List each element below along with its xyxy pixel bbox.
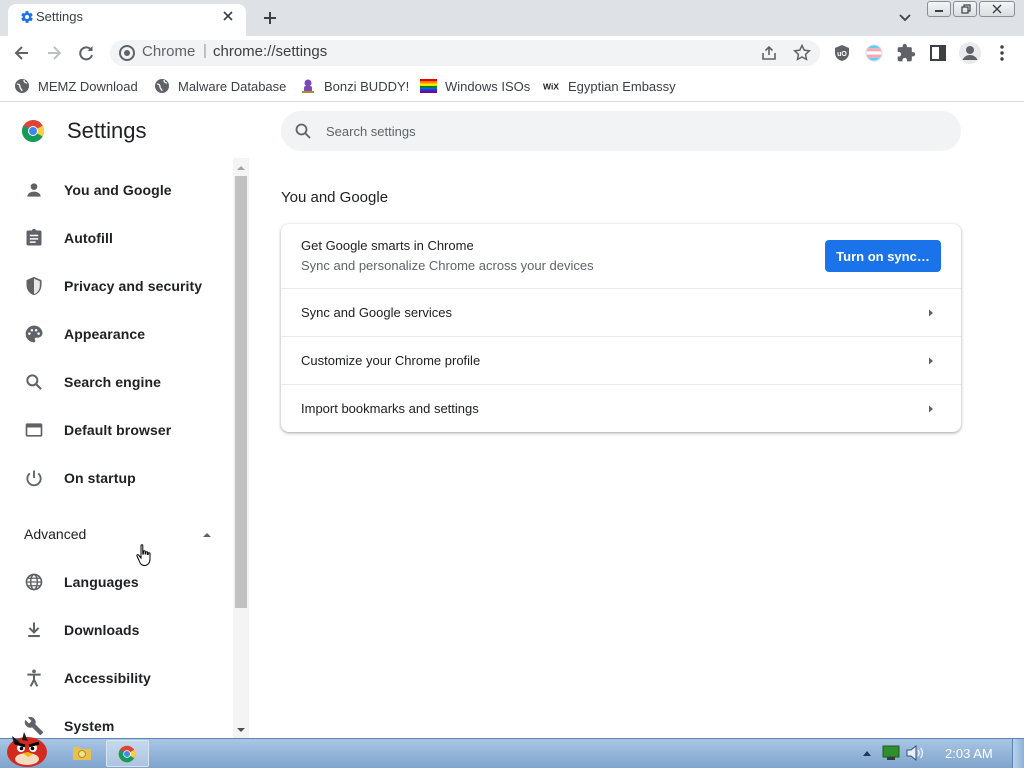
omnibox-scheme: Chrome [142, 43, 196, 60]
bookmark-label: Bonzi BUDDY! [324, 78, 410, 94]
wix-icon: WiX [543, 81, 560, 92]
search-icon [294, 122, 312, 140]
new-tab-icon[interactable] [260, 8, 280, 28]
sidebar-item-label: On startup [64, 470, 136, 486]
sidebar-item-label: Default browser [64, 422, 172, 438]
volume-icon[interactable] [905, 745, 925, 761]
search-input[interactable] [326, 120, 926, 142]
tab-title: Settings [36, 9, 83, 24]
bookmark-memz[interactable]: MEMZ Download [14, 77, 138, 95]
sidebar-item-you-and-google[interactable]: You and Google [0, 166, 232, 214]
power-icon [24, 468, 44, 488]
palette-icon [24, 324, 44, 344]
sidebar-item-label: Accessibility [64, 670, 151, 686]
accessibility-icon [24, 668, 44, 688]
back-icon[interactable] [12, 43, 32, 63]
sidebar-item-downloads[interactable]: Downloads [0, 606, 232, 654]
sidebar-scrollbar-thumb[interactable] [235, 176, 247, 608]
rainbow-flag-icon [420, 79, 437, 93]
more-menu-icon[interactable] [992, 43, 1012, 63]
restore-button[interactable] [953, 1, 977, 17]
scroll-up-icon[interactable] [236, 164, 246, 172]
gear-icon [20, 10, 36, 26]
show-desktop-button[interactable] [1012, 739, 1024, 768]
scroll-down-icon[interactable] [236, 726, 246, 734]
start-button-angry-bird-icon[interactable] [2, 730, 52, 768]
sidebar-item-label: You and Google [64, 182, 172, 198]
ublock-icon[interactable]: uO [832, 43, 852, 63]
page-title: Settings [67, 118, 147, 143]
bookmark-windows-isos[interactable]: Windows ISOs [420, 77, 530, 95]
svg-text:WiX: WiX [543, 82, 559, 92]
bookmark-bonzi-buddy[interactable]: Bonzi BUDDY! [300, 77, 409, 95]
sidebar-item-autofill[interactable]: Autofill [0, 214, 232, 262]
sync-subtitle: Sync and personalize Chrome across your … [301, 258, 594, 273]
profile-avatar-icon[interactable] [958, 41, 982, 65]
hand-cursor-icon [136, 543, 154, 567]
sidebar-item-on-startup[interactable]: On startup [0, 454, 232, 502]
shield-icon [24, 276, 44, 296]
omnibox-url[interactable]: chrome://settings [213, 43, 327, 60]
sidebar-item-languages[interactable]: Languages [0, 558, 232, 606]
svg-text:uO: uO [837, 51, 847, 58]
taskbar-clock[interactable]: 2:03 AM [945, 746, 993, 761]
sidebar-item-accessibility[interactable]: Accessibility [0, 654, 232, 702]
sidebar-item-label: Appearance [64, 326, 146, 342]
side-panel-icon[interactable] [928, 43, 948, 63]
sync-title: Get Google smarts in Chrome [301, 238, 474, 253]
sidebar-item-default-browser[interactable]: Default browser [0, 406, 232, 454]
omnibox-separator: | [203, 42, 207, 59]
bookmark-egyptian-embassy[interactable]: WiX Egyptian Embassy [543, 77, 676, 95]
browser-icon [24, 420, 44, 440]
bookmark-label: MEMZ Download [38, 78, 138, 94]
download-icon [24, 620, 44, 640]
row-label: Import bookmarks and settings [301, 401, 479, 416]
bonzi-icon [300, 78, 316, 94]
chevron-down-icon[interactable] [896, 9, 914, 27]
person-icon [24, 180, 44, 200]
sidebar-item-label: System [64, 718, 115, 734]
reload-icon[interactable] [76, 43, 96, 63]
sidebar-item-label: Search engine [64, 374, 162, 390]
star-icon[interactable] [792, 43, 812, 63]
chrome-logo-icon [118, 745, 136, 763]
sidebar-item-appearance[interactable]: Appearance [0, 310, 232, 358]
row-label: Sync and Google services [301, 305, 453, 320]
globe-icon [154, 78, 170, 94]
forward-icon[interactable] [44, 43, 64, 63]
chrome-logo-icon [21, 119, 45, 143]
tray-expand-icon[interactable] [861, 748, 873, 758]
bookmark-malware-database[interactable]: Malware Database [154, 77, 286, 95]
section-title: You and Google [281, 189, 389, 206]
sidebar-item-label: Privacy and security [64, 278, 203, 294]
sidebar-item-label: Autofill [64, 230, 114, 246]
bookmark-label: Windows ISOs [445, 78, 531, 94]
sidebar-item-privacy[interactable]: Privacy and security [0, 262, 232, 310]
arrow-right-icon [926, 404, 936, 414]
search-icon [24, 372, 44, 392]
sidebar-item-search-engine[interactable]: Search engine [0, 358, 232, 406]
sidebar-item-label: Languages [64, 574, 139, 590]
folder-icon[interactable] [72, 744, 92, 762]
arrow-right-icon [926, 308, 936, 318]
row-label: Customize your Chrome profile [301, 353, 481, 368]
puzzle-icon[interactable] [896, 43, 916, 63]
sidebar-item-label: Downloads [64, 622, 140, 638]
window-close-button[interactable] [979, 1, 1015, 17]
chevron-up-icon[interactable] [201, 530, 213, 540]
advanced-toggle[interactable]: Advanced [24, 526, 86, 542]
turn-on-sync-button[interactable]: Turn on sync… [825, 240, 941, 272]
close-icon[interactable] [220, 8, 236, 24]
minimize-button[interactable] [927, 1, 951, 17]
bookmark-label: Egyptian Embassy [568, 78, 676, 94]
arrow-right-icon [926, 356, 936, 366]
globe-icon [24, 572, 44, 592]
share-icon[interactable] [760, 44, 778, 62]
extension-flag-icon[interactable] [864, 43, 884, 63]
globe-icon [14, 78, 30, 94]
bookmark-label: Malware Database [178, 78, 287, 94]
clipboard-icon [24, 228, 44, 248]
network-icon[interactable] [882, 745, 900, 761]
chrome-page-icon[interactable] [118, 44, 136, 62]
